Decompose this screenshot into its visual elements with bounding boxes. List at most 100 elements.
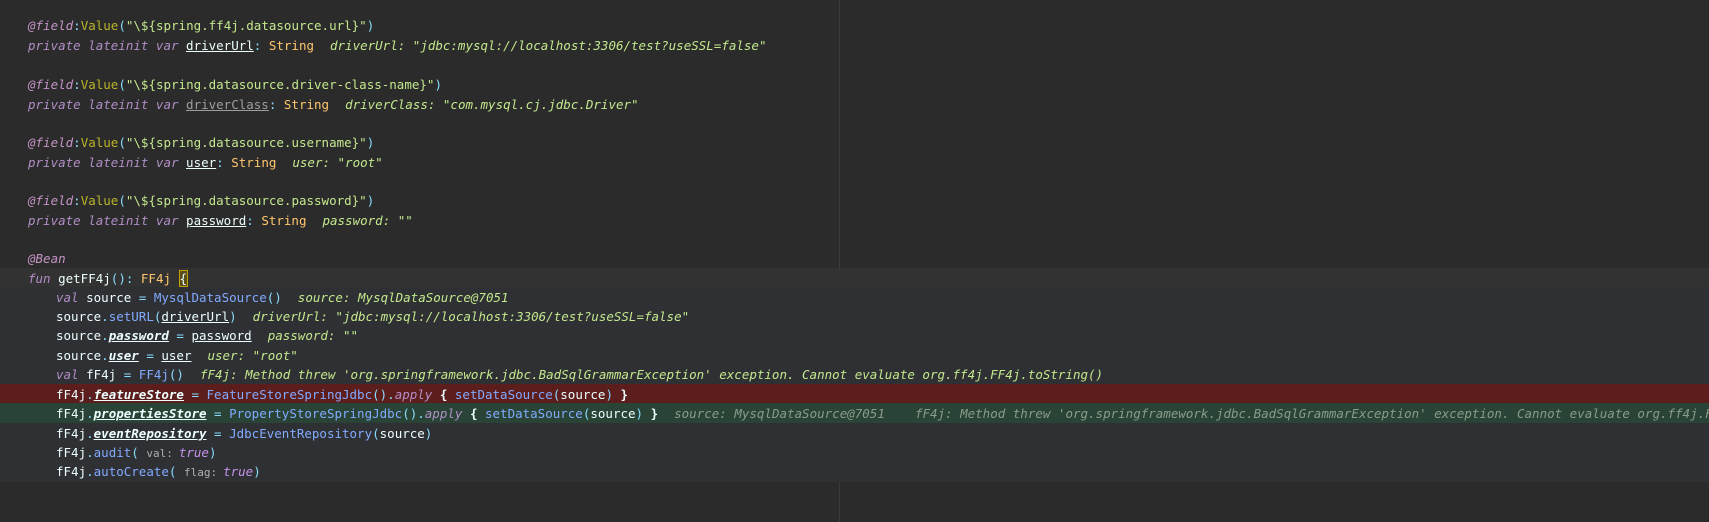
code-token: @ — [28, 77, 36, 92]
code-line[interactable]: @Bean — [0, 248, 1709, 269]
code-line[interactable]: private lateinit var user: String user: "… — [0, 152, 1709, 173]
code-line[interactable]: private lateinit var password: String pas… — [0, 210, 1709, 231]
code-line[interactable]: private lateinit var driverUrl: String dr… — [0, 35, 1709, 56]
code-token: val — [56, 367, 87, 382]
code-token: } — [643, 406, 659, 421]
code-token: String — [283, 97, 330, 112]
code-token: String — [261, 213, 307, 228]
code-line[interactable]: fun getFF4j(): FF4j { — [0, 268, 1709, 289]
debug-inline-value: user: "root" — [207, 348, 298, 363]
code-token: : — [216, 155, 232, 170]
code-token: = — [183, 387, 207, 402]
parameter-hint: flag: — [183, 466, 218, 479]
code-token: ( — [118, 18, 126, 33]
code-token: driverUrl — [161, 309, 230, 324]
code-token: fF4j — [56, 445, 87, 460]
code-editor[interactable]: @field:Value("\${spring.ff4j.datasource.… — [0, 0, 1709, 522]
code-line[interactable]: fF4j.featureStore = FeatureStoreSpringJd… — [0, 384, 1709, 405]
code-line[interactable]: source.user = user user: "root" — [0, 345, 1709, 366]
code-line[interactable]: val source = MysqlDataSource() source: My… — [0, 287, 1709, 308]
code-token: field — [35, 77, 74, 92]
code-line[interactable]: @field:Value("\${spring.datasource.drive… — [0, 74, 1709, 95]
code-token: fF4j — [86, 367, 117, 382]
code-token: . — [86, 445, 94, 460]
code-token: FF4j — [140, 271, 172, 286]
code-token: = — [131, 290, 154, 305]
code-token: user — [186, 155, 217, 170]
code-token: @Bean — [28, 251, 66, 266]
debug-inline-value: password: "" — [322, 213, 413, 228]
code-line[interactable]: @field:Value("\${spring.datasource.usern… — [0, 132, 1709, 153]
code-line[interactable] — [0, 113, 1709, 134]
code-line[interactable] — [0, 229, 1709, 250]
code-token: FF4j — [138, 367, 169, 382]
code-token: . — [86, 464, 94, 479]
code-text: private lateinit var driverClass: String… — [28, 94, 639, 115]
code-text: private lateinit var driverUrl: String dr… — [28, 35, 767, 56]
code-token: source — [56, 328, 102, 343]
code-token: source — [56, 309, 102, 324]
code-token: source — [590, 406, 636, 421]
code-line[interactable]: fF4j.eventRepository = JdbcEventReposito… — [0, 423, 1709, 444]
code-token: field — [35, 193, 74, 208]
code-token: } — [612, 387, 629, 402]
code-token: ) — [253, 464, 261, 479]
code-line[interactable]: fF4j.autoCreate( flag: true) — [0, 461, 1709, 482]
code-text: private lateinit var user: String user: "… — [28, 152, 383, 173]
code-token: { — [432, 387, 455, 402]
code-line[interactable]: @field:Value("\${spring.ff4j.datasource.… — [0, 15, 1709, 36]
code-token: password — [186, 213, 247, 228]
code-line[interactable]: fF4j.propertiesStore = PropertyStoreSpri… — [0, 403, 1709, 424]
code-token: user — [108, 348, 139, 363]
code-text: source.password = password password: "" — [56, 325, 358, 346]
code-token: String — [268, 38, 314, 53]
code-token: . — [86, 406, 94, 421]
code-token: eventRepository — [93, 426, 207, 441]
code-token: propertiesStore — [93, 406, 207, 421]
debug-inline-value: driverUrl: "jdbc:mysql://localhost:3306/… — [252, 309, 690, 324]
code-token: = — [206, 406, 230, 421]
code-text: fun getFF4j(): FF4j { — [28, 268, 189, 289]
code-token: : — [253, 38, 269, 53]
debug-inline-value: driverUrl: "jdbc:mysql://localhost:3306/… — [330, 38, 767, 53]
debug-inline-value: password: "" — [267, 328, 359, 343]
code-token: = — [168, 328, 192, 343]
code-line[interactable]: fF4j.audit( val: true) — [0, 442, 1709, 463]
code-token: private lateinit var — [28, 213, 187, 228]
code-token: ) — [434, 77, 442, 92]
code-token: . — [101, 348, 109, 363]
code-token: Value — [80, 18, 119, 33]
code-token: source — [86, 290, 132, 305]
code-text: private lateinit var password: String pas… — [28, 210, 413, 231]
code-token: apply — [424, 406, 463, 421]
code-token: private lateinit var — [28, 97, 187, 112]
code-text: source.user = user user: "root" — [56, 345, 298, 366]
debug-inline-value: source: MysqlDataSource@7051 fF4j: Metho… — [674, 406, 1709, 421]
debug-inline-value: user: "root" — [292, 155, 383, 170]
code-line[interactable]: val fF4j = FF4j() fF4j: Method threw 'org… — [0, 364, 1709, 385]
parameter-hint: val: — [146, 447, 173, 460]
code-token: Value — [80, 135, 119, 150]
code-token: fF4j — [56, 464, 87, 479]
code-text: @field:Value("\${spring.datasource.drive… — [28, 74, 442, 95]
code-token: { — [462, 406, 485, 421]
code-line[interactable]: @field:Value("\${spring.datasource.passw… — [0, 190, 1709, 211]
code-token: PropertyStoreSpringJdbc — [229, 406, 403, 421]
code-token: source — [56, 348, 102, 363]
code-token: = — [138, 348, 162, 363]
code-line[interactable]: source.password = password password: "" — [0, 325, 1709, 346]
code-line[interactable] — [0, 55, 1709, 76]
code-token: ) — [208, 445, 217, 460]
code-token: fF4j — [56, 406, 87, 421]
code-token: @ — [28, 193, 36, 208]
code-line[interactable]: source.setURL(driverUrl) driverUrl: "jdbc… — [0, 306, 1709, 327]
code-line[interactable]: private lateinit var driverClass: String… — [0, 94, 1709, 115]
code-token: { — [178, 270, 189, 287]
code-token: : — [268, 97, 284, 112]
code-text: fF4j.autoCreate( flag: true) — [56, 461, 261, 482]
code-token: (). — [372, 387, 395, 402]
code-token: fF4j — [56, 387, 87, 402]
code-text: @field:Value("\${spring.datasource.passw… — [28, 190, 374, 211]
code-text: source.setURL(driverUrl) driverUrl: "jdbc… — [56, 306, 689, 327]
code-token: "\${spring.datasource.password}" — [125, 193, 367, 208]
